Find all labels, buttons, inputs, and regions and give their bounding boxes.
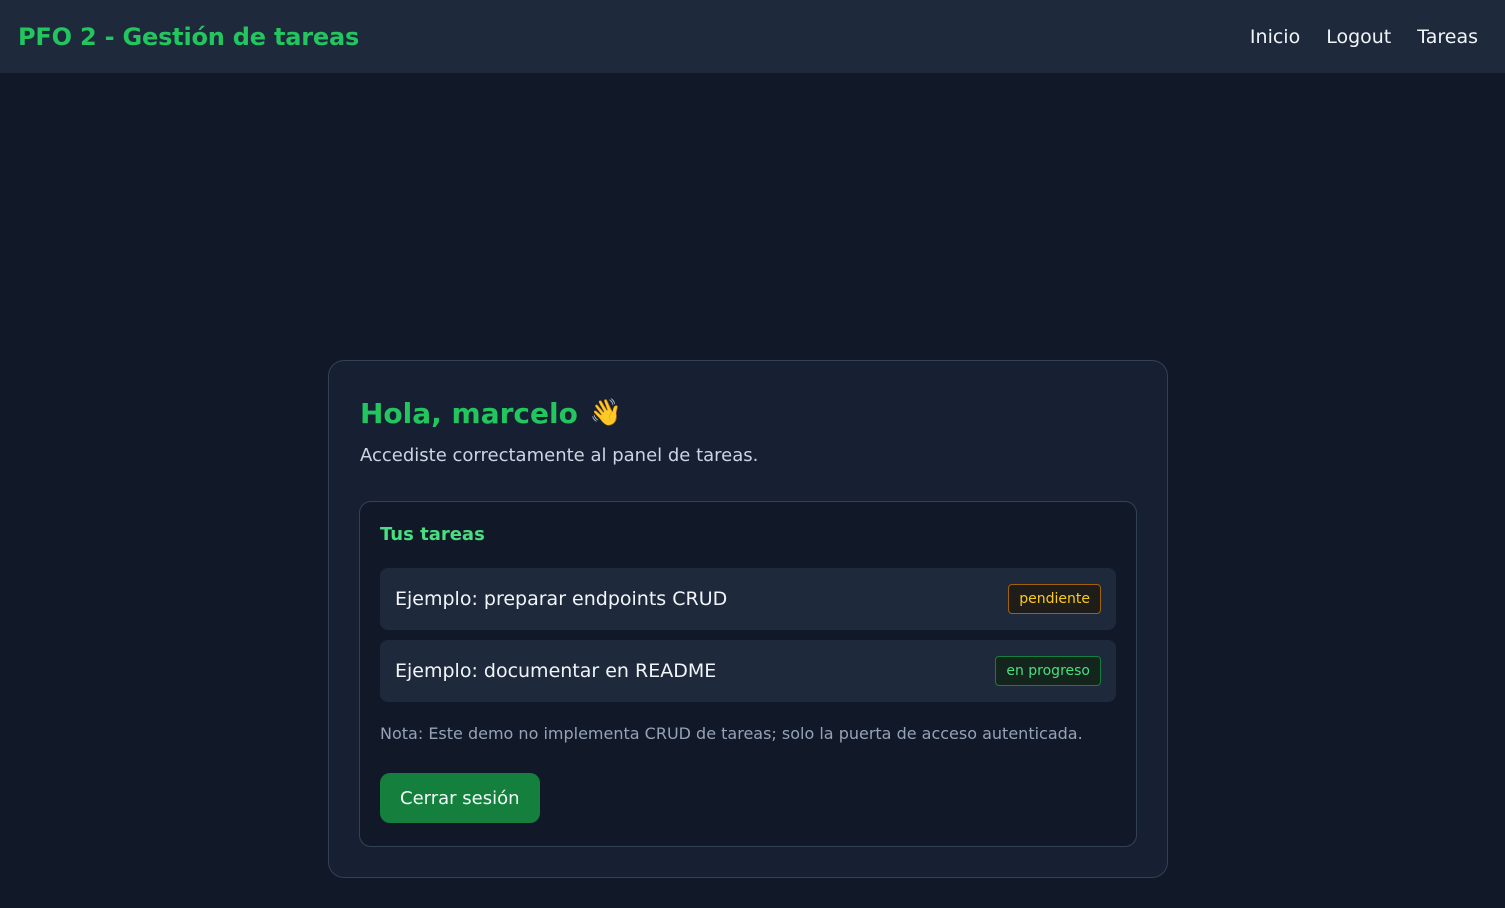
- task-item: Ejemplo: documentar en README en progres…: [380, 640, 1116, 702]
- status-badge: pendiente: [1008, 584, 1101, 614]
- logout-button[interactable]: Cerrar sesión: [380, 773, 540, 823]
- nav-link-logout[interactable]: Logout: [1326, 26, 1391, 48]
- waving-hand-icon: 👋: [589, 398, 623, 428]
- nav-links: Inicio Logout Tareas: [1250, 26, 1478, 48]
- app-title: PFO 2 - Gestión de tareas: [18, 22, 360, 51]
- task-item: Ejemplo: preparar endpoints CRUD pendien…: [380, 568, 1116, 630]
- nav-link-inicio[interactable]: Inicio: [1250, 26, 1300, 48]
- greeting-text: Hola, marcelo: [360, 396, 578, 430]
- task-title: Ejemplo: documentar en README: [395, 660, 717, 682]
- task-list: Ejemplo: preparar endpoints CRUD pendien…: [380, 568, 1116, 702]
- greeting-heading: Hola, marcelo 👋: [360, 391, 1137, 435]
- welcome-card: Hola, marcelo 👋 Accediste correctamente …: [328, 360, 1168, 878]
- demo-note: Nota: Este demo no implementa CRUD de ta…: [380, 724, 1083, 743]
- tasks-panel: Tus tareas Ejemplo: preparar endpoints C…: [359, 501, 1137, 847]
- nav-link-tareas[interactable]: Tareas: [1417, 26, 1478, 48]
- tasks-title: Tus tareas: [380, 524, 485, 545]
- status-badge: en progreso: [995, 656, 1101, 686]
- navbar: PFO 2 - Gestión de tareas Inicio Logout …: [0, 0, 1505, 73]
- task-title: Ejemplo: preparar endpoints CRUD: [395, 588, 728, 610]
- welcome-subtitle: Accediste correctamente al panel de tare…: [360, 445, 759, 466]
